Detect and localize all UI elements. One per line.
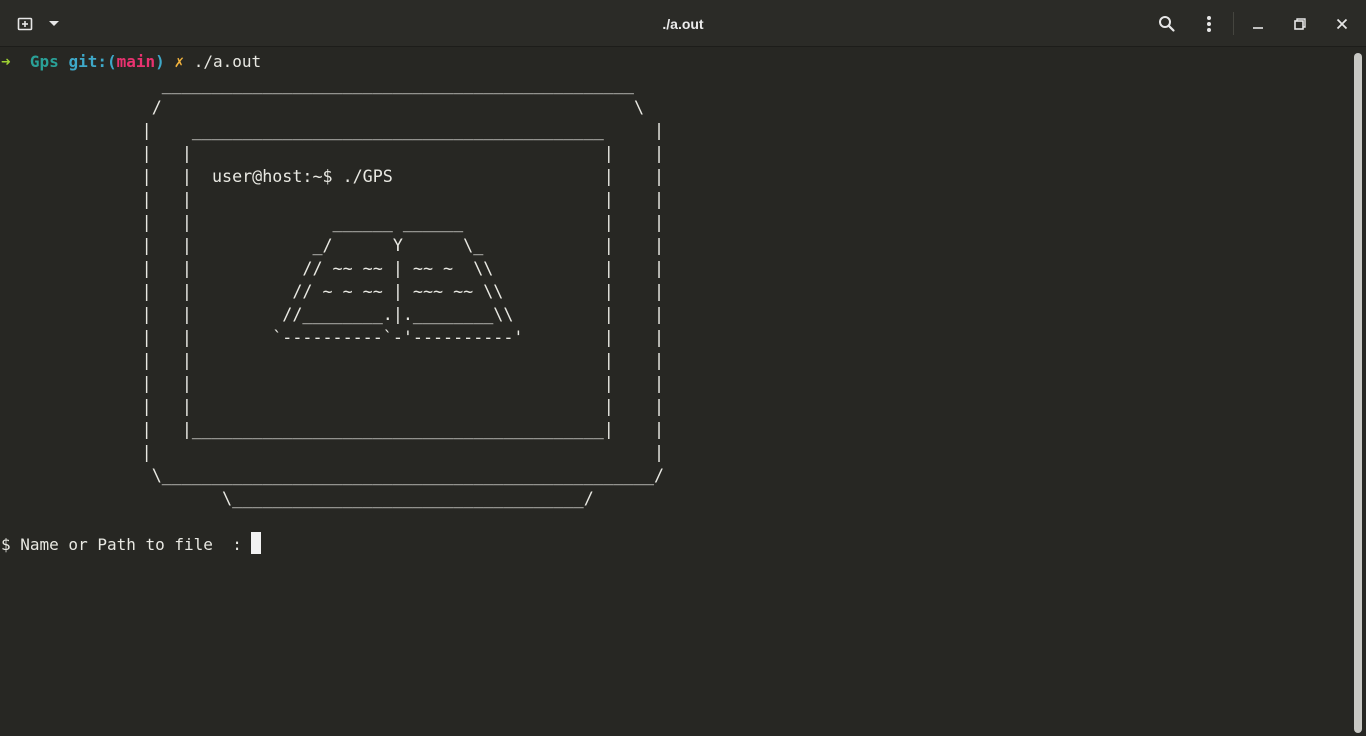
prompt-git-suffix: ) xyxy=(155,52,165,71)
search-icon[interactable] xyxy=(1152,0,1182,47)
prompt-arrow: ➜ xyxy=(1,52,11,71)
chevron-down-icon[interactable] xyxy=(42,0,66,47)
restore-icon[interactable] xyxy=(1287,0,1313,47)
prompt-git-branch: main xyxy=(116,52,156,71)
scrollbar-thumb[interactable] xyxy=(1354,53,1362,733)
shell-prompt-line: ➜ Gps git:(main) ✗ ./a.out xyxy=(1,50,261,73)
terminal-output[interactable]: ➜ Gps git:(main) ✗ ./a.out _____________… xyxy=(0,48,1350,736)
titlebar-separator xyxy=(1233,12,1234,35)
close-icon[interactable] xyxy=(1329,0,1355,47)
prompt-dirty-marker: ✗ xyxy=(174,52,185,71)
file-input-line[interactable]: $ Name or Path to file : xyxy=(1,532,262,555)
scrollbar[interactable] xyxy=(1350,48,1366,736)
prompt-command: ./a.out xyxy=(193,52,262,71)
text-cursor xyxy=(251,532,262,554)
kebab-menu-icon[interactable] xyxy=(1195,0,1223,47)
new-tab-icon[interactable] xyxy=(10,0,40,47)
minimize-icon[interactable] xyxy=(1245,0,1271,47)
title-bar: ./a.out xyxy=(0,0,1366,47)
file-input-prompt: $ Name or Path to file : xyxy=(1,535,252,554)
terminal-window: ./a.out ➜ Gps git:(main) ✗ ./a.out _____… xyxy=(0,0,1366,736)
prompt-git-prefix: git:( xyxy=(68,52,117,71)
gps-ascii-art: ________________________________________… xyxy=(141,74,665,508)
prompt-directory: Gps xyxy=(29,52,59,71)
